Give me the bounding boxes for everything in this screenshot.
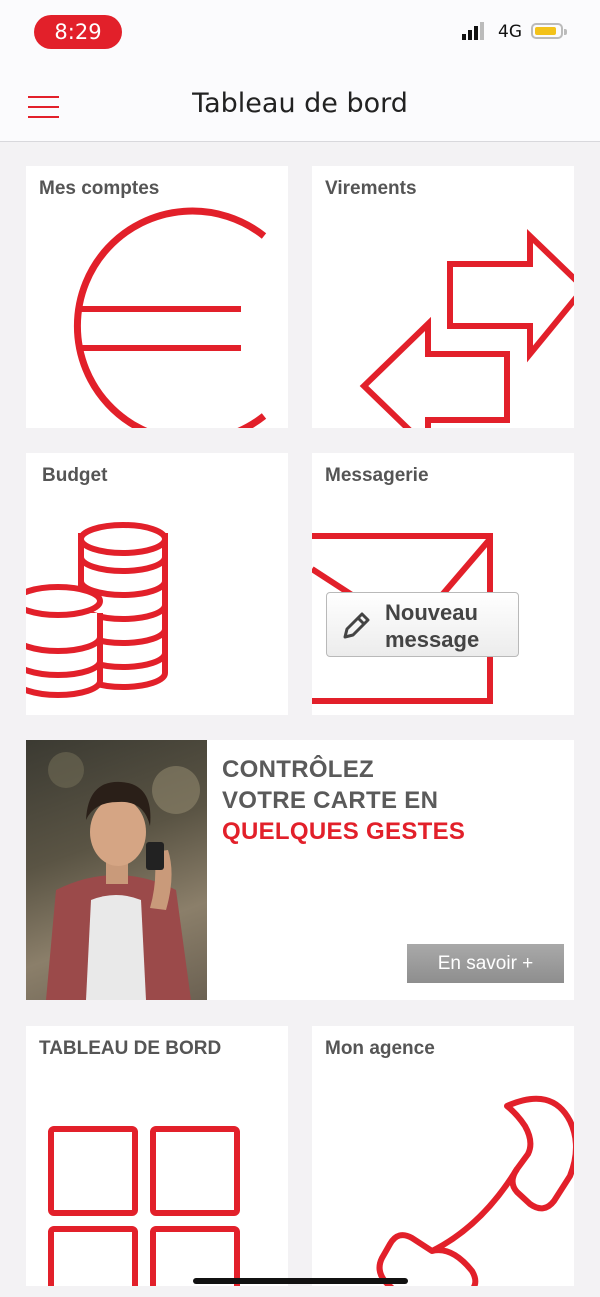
tile-label: TABLEAU DE BORD — [39, 1038, 222, 1059]
man-with-phone-image — [46, 752, 200, 1000]
tile-messagerie[interactable]: Messagerie — [312, 453, 574, 715]
status-time[interactable]: 8:29 — [34, 15, 122, 49]
new-message-label-1: Nouveau — [385, 600, 478, 625]
promo-line-1: CONTRÔLEZ — [222, 756, 375, 783]
envelope-icon — [312, 533, 493, 704]
new-message-label-2: message — [385, 627, 480, 652]
network-type: 4G — [498, 22, 522, 42]
tile-mon-agence[interactable]: Mon agence — [312, 1026, 574, 1286]
page-title: Tableau de bord — [192, 88, 408, 119]
coins-stack-icon — [26, 522, 168, 698]
promo-line-2: VOTRE CARTE EN — [222, 787, 439, 814]
tile-budget[interactable]: Budget — [26, 453, 288, 715]
signal-strength-icon — [462, 22, 484, 40]
tile-label: Mes comptes — [39, 178, 160, 199]
grid-icon — [48, 1126, 240, 1286]
new-message-button[interactable]: Nouveau message — [326, 592, 519, 657]
pencil-icon — [343, 612, 370, 639]
tile-label: Virements — [325, 178, 417, 199]
euro-icon — [73, 207, 267, 428]
tile-virements[interactable]: Virements — [312, 166, 574, 428]
tile-tableau-de-bord[interactable]: TABLEAU DE BORD — [26, 1026, 288, 1286]
tile-label: Mon agence — [325, 1038, 435, 1059]
promo-banner[interactable]: CONTRÔLEZ VOTRE CARTE EN QUELQUES GESTES… — [26, 740, 574, 1000]
home-indicator[interactable] — [193, 1278, 408, 1284]
en-savoir-plus-button[interactable]: En savoir + — [407, 944, 564, 983]
battery-icon — [531, 23, 567, 39]
phone-icon — [376, 1095, 574, 1286]
promo-photo — [26, 740, 207, 1000]
tile-label: Messagerie — [325, 465, 429, 486]
tile-label: Budget — [42, 465, 108, 486]
transfer-arrows-icon — [359, 228, 574, 428]
status-bar: 8:29 4G — [0, 0, 600, 66]
promo-line-3: QUELQUES GESTES — [222, 818, 466, 845]
tile-mes-comptes[interactable]: Mes comptes — [26, 166, 288, 428]
